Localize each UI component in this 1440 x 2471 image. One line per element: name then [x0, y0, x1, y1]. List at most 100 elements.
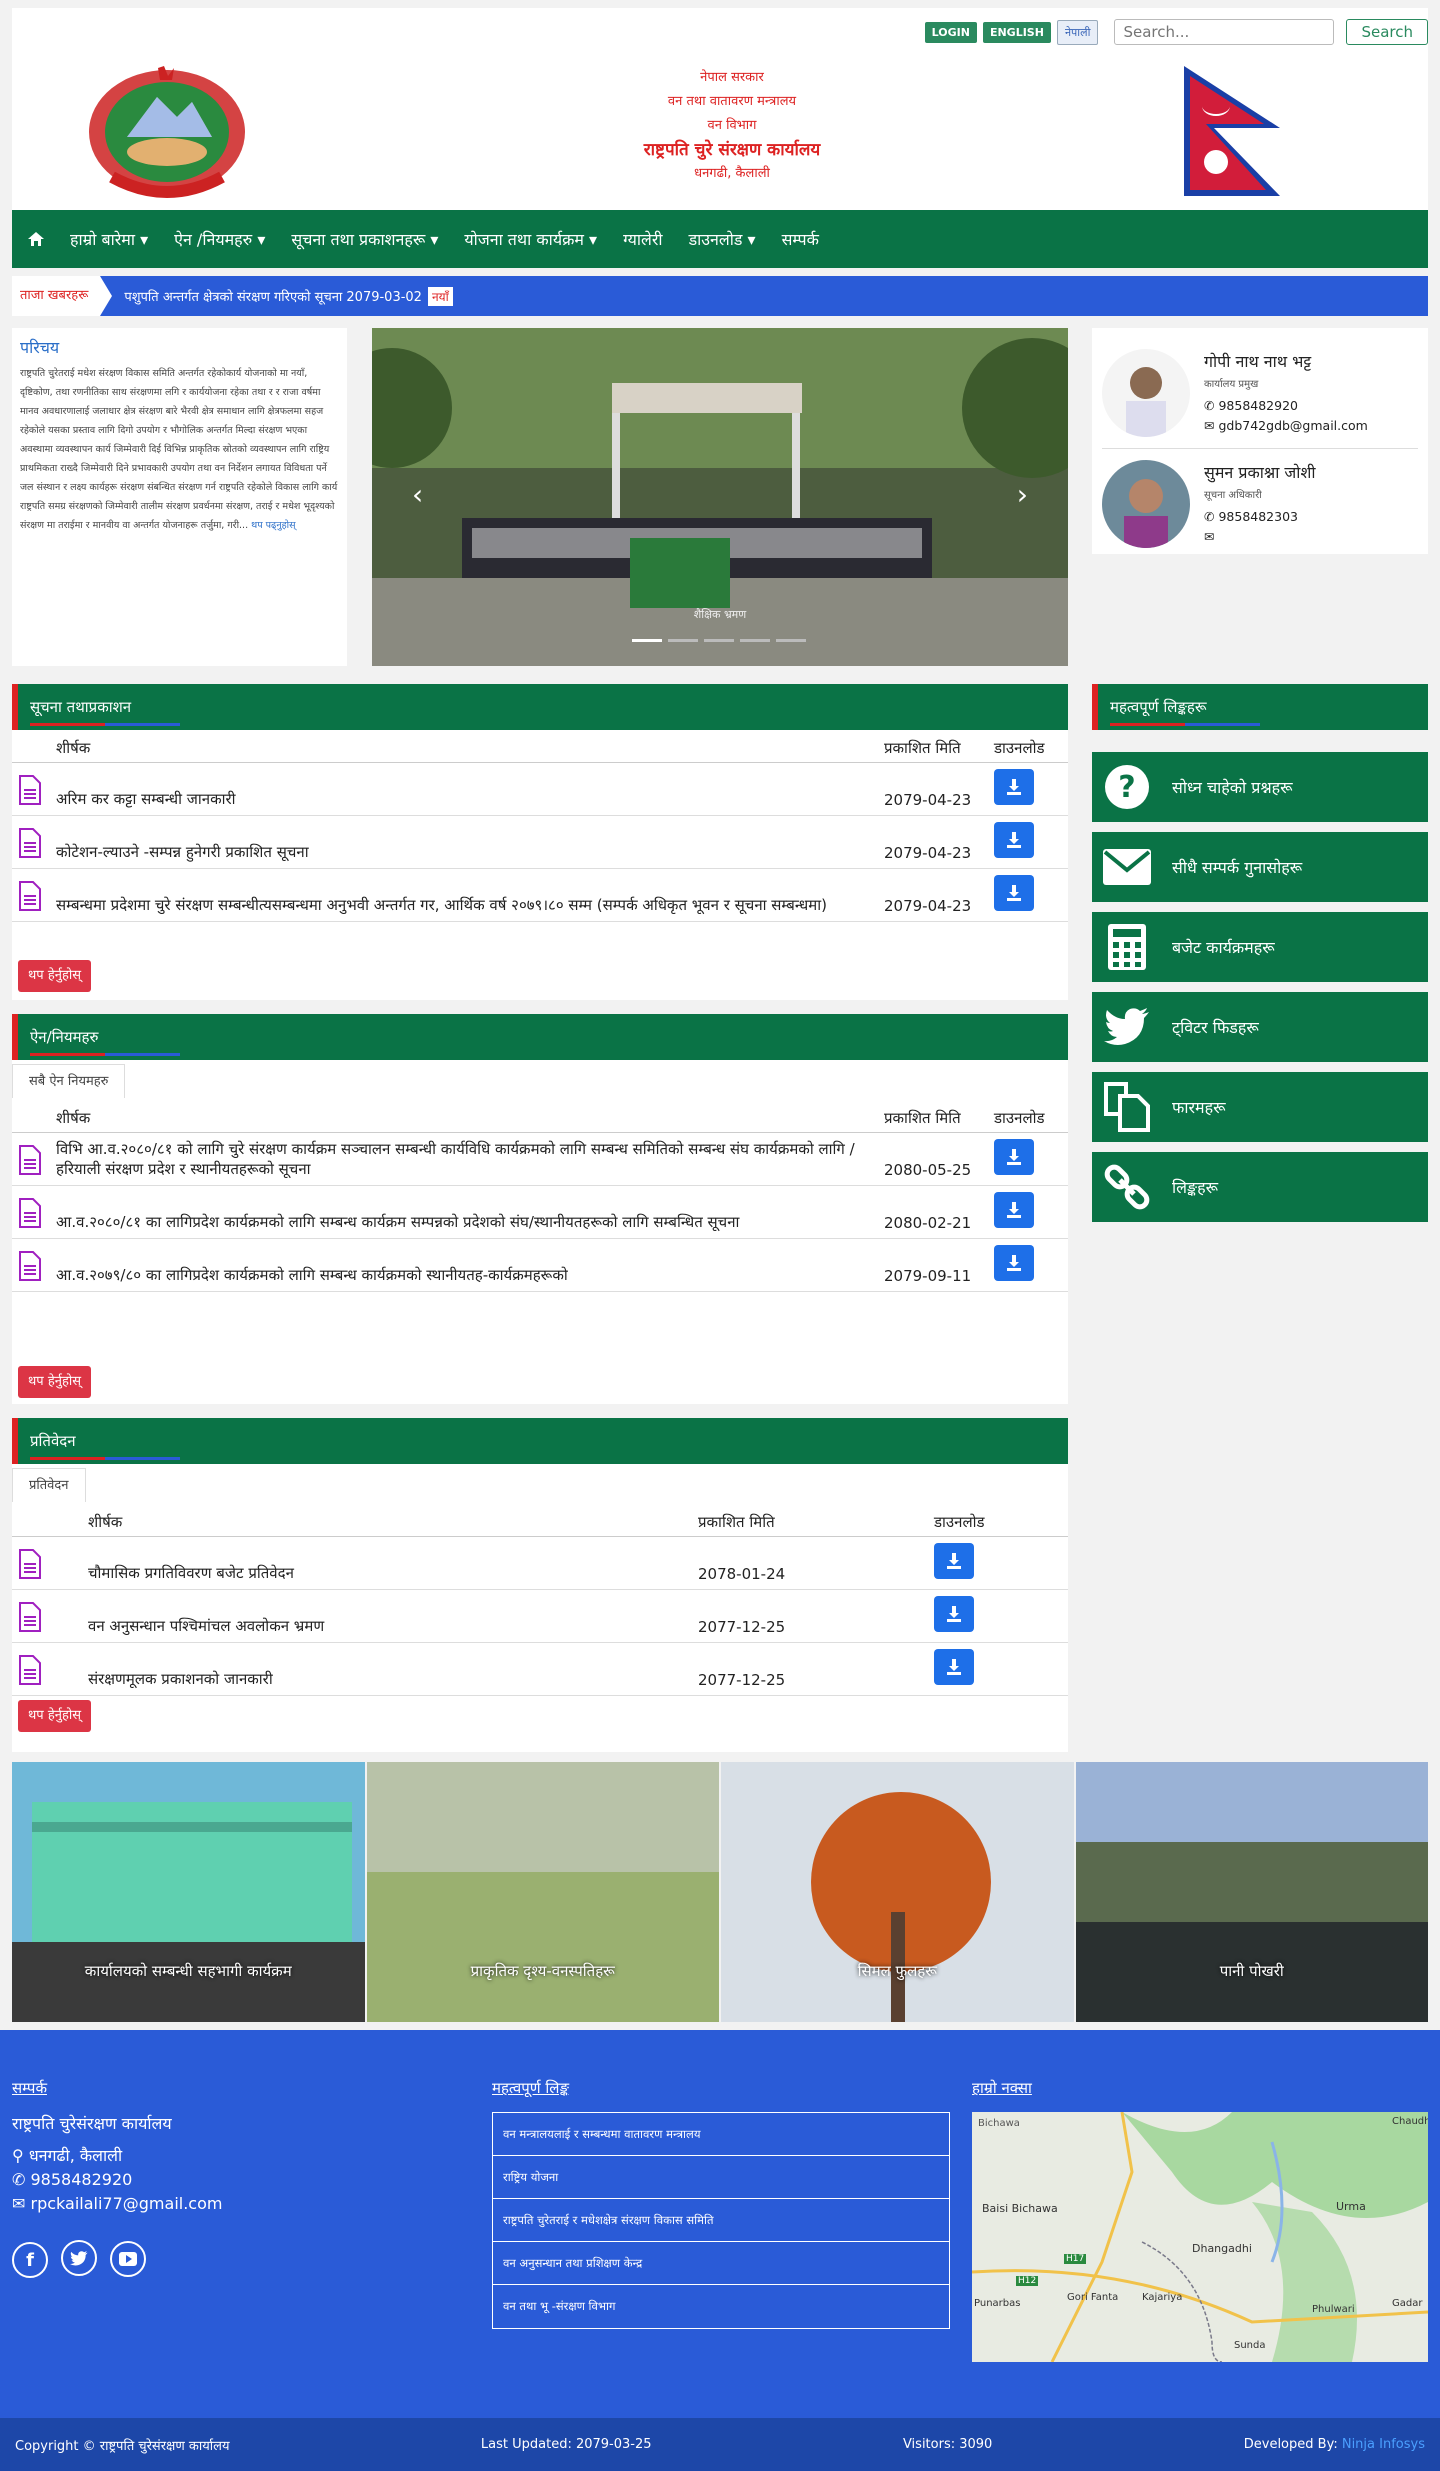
col-download: डाउनलोड	[988, 734, 1068, 763]
download-button[interactable]	[934, 1596, 974, 1632]
phone-icon: ✆	[12, 2170, 26, 2189]
staff-designation: कार्यालय प्रमुख	[1204, 379, 1259, 390]
staff-member: सुमन प्रकाश्ना जोशी सूचना अधिकारी ✆ 9858…	[1102, 448, 1418, 558]
footer-phone: 9858482920	[30, 2170, 133, 2189]
gallery-item[interactable]: प्राकृतिक दृश्य-वनस्पतिहरू	[366, 1762, 719, 2022]
slider-next-icon[interactable]: ›	[1017, 478, 1028, 511]
download-button[interactable]	[994, 822, 1034, 858]
nav-item-gallery[interactable]: ग्यालेरी	[623, 228, 662, 250]
table-row: चौमासिक प्रगतिविवरण बजेट प्रतिवेदन 2078-0…	[12, 1536, 1068, 1590]
staff-name: सुमन प्रकाश्ना जोशी	[1204, 462, 1316, 482]
documents-icon	[1104, 1082, 1150, 1132]
footer-link[interactable]: वन तथा भू -संरक्षण विभाग	[493, 2285, 949, 2328]
search-button[interactable]: Search	[1346, 19, 1428, 45]
envelope-icon: ✉	[1204, 418, 1215, 433]
row-title[interactable]: आ.व.२०८०/८१ का लागिप्रदेश कार्यक्रमको ला…	[50, 1185, 878, 1239]
slider-prev-icon[interactable]: ‹	[412, 478, 423, 511]
department-label: वन विभाग	[707, 118, 757, 133]
gallery-item[interactable]: कार्यालयको सम्बन्धी सहभागी कार्यक्रम	[12, 1762, 365, 2022]
sidebar-item-twitter[interactable]: ट्विटर फिडहरू	[1092, 992, 1428, 1062]
indicator-dot[interactable]	[632, 639, 662, 642]
row-title[interactable]: विभि आ.व.२०८०/८१ को लागि चुरे संरक्षण का…	[50, 1132, 878, 1186]
download-button[interactable]	[994, 875, 1034, 911]
acts-more-button[interactable]: थप हेर्नुहोस्	[18, 1366, 91, 1398]
read-more-link[interactable]: थप पढ्नुहोस्	[251, 520, 295, 531]
footer-office-name: राष्ट्रपति चुरेसंरक्षण कार्यालय	[12, 2114, 172, 2133]
indicator-dot[interactable]	[704, 639, 734, 642]
row-title[interactable]: चौमासिक प्रगतिविवरण बजेट प्रतिवेदन	[82, 1536, 692, 1590]
row-title[interactable]: सम्बन्धमा प्रदेशमा चुरे संरक्षण सम्बन्धी…	[50, 868, 878, 922]
map-label: Chaudh	[1392, 2116, 1428, 2127]
notices-more-button[interactable]: थप हेर्नुहोस्	[18, 960, 91, 992]
row-title[interactable]: आ.व.२०७९/८० का लागिप्रदेश कार्यक्रमको ला…	[50, 1238, 878, 1292]
download-button[interactable]	[934, 1543, 974, 1579]
download-button[interactable]	[994, 1139, 1034, 1175]
document-icon	[18, 1655, 42, 1689]
map-label: H17	[1064, 2254, 1087, 2264]
question-circle-icon: ?	[1105, 765, 1149, 809]
row-title[interactable]: कोटेशन-ल्याउने -सम्पन्न हुनेगरी प्रकाशित…	[50, 815, 878, 869]
developer-link[interactable]: Ninja Infosys	[1342, 2437, 1425, 2452]
sidebar-item-contact[interactable]: सीधै सम्पर्क गुनासोहरू	[1092, 832, 1428, 902]
download-button[interactable]	[994, 769, 1034, 805]
map-label: Bichawa	[978, 2118, 1020, 2129]
nav-label: योजना तथा कार्यक्रम	[464, 230, 584, 249]
download-button[interactable]	[994, 1192, 1034, 1228]
footer-email[interactable]: rpckailali77@gmail.com	[31, 2194, 223, 2213]
search-input[interactable]	[1114, 19, 1335, 45]
row-title[interactable]: वन अनुसन्धान पश्चिमांचल अवलोकन भ्रमण	[82, 1589, 692, 1643]
footer-link[interactable]: राष्ट्रपति चुरेतराई र मधेशक्षेत्र संरक्ष…	[493, 2199, 949, 2242]
reports-more-button[interactable]: थप हेर्नुहोस्	[18, 1700, 91, 1732]
envelope-icon: ✉	[12, 2194, 26, 2213]
tab-reports[interactable]: प्रतिवेदन	[12, 1468, 86, 1502]
table-row: संरक्षणमूलक प्रकाशनको जानकारी 2077-12-25	[12, 1642, 1068, 1696]
english-button[interactable]: ENGLISH	[982, 21, 1051, 43]
login-button[interactable]: LOGIN	[924, 21, 977, 43]
nav-item-contact[interactable]: सम्पर्क	[782, 228, 819, 250]
nav-item-about[interactable]: हाम्रो बारेमा ▾	[70, 228, 148, 250]
avatar	[1102, 349, 1190, 437]
sidebar-item-forms[interactable]: फारमहरू	[1092, 1072, 1428, 1142]
nepali-button[interactable]: नेपाली	[1056, 19, 1099, 45]
map-marker-icon: ⚲	[12, 2146, 24, 2165]
col-title: शीर्षक	[50, 1104, 878, 1133]
gallery-item[interactable]: पानी पोखरी	[1075, 1762, 1428, 2022]
indicator-dot[interactable]	[776, 639, 806, 642]
footer-link[interactable]: वन मन्त्रालयलाई र सम्बन्धमा वातावरण मन्त…	[493, 2113, 949, 2156]
download-button[interactable]	[934, 1649, 974, 1685]
indicator-dot[interactable]	[668, 639, 698, 642]
row-date: 2079-04-23	[878, 868, 988, 922]
ticker-link[interactable]: पशुपति अन्तर्गत क्षेत्रको संरक्षण गरिएको…	[124, 287, 422, 305]
nav-item-download[interactable]: डाउनलोड ▾	[689, 228, 756, 250]
row-title[interactable]: संरक्षणमूलक प्रकाशनको जानकारी	[82, 1642, 692, 1696]
photo-slider[interactable]: ‹ › शैक्षिक भ्रमण	[372, 328, 1068, 666]
sidebar-item-budget[interactable]: बजेट कार्यक्रमहरू	[1092, 912, 1428, 982]
footer-link[interactable]: राष्ट्रिय योजना	[493, 2156, 949, 2199]
staff-phone: 9858482920	[1218, 398, 1298, 413]
nav-item-programs[interactable]: योजना तथा कार्यक्रम ▾	[464, 228, 597, 250]
map-label: Punarbas	[974, 2298, 1021, 2309]
row-title[interactable]: अरिम कर कट्टा सम्बन्धी जानकारी	[50, 762, 878, 816]
table-row: कोटेशन-ल्याउने -सम्पन्न हुनेगरी प्रकाशित…	[12, 815, 1068, 869]
youtube-icon[interactable]	[110, 2240, 147, 2277]
document-icon	[18, 1549, 42, 1583]
tab-all-acts[interactable]: सबै ऐन नियमहरु	[12, 1064, 126, 1098]
nav-item-acts[interactable]: ऐन /नियमहरु ▾	[174, 228, 265, 250]
map-embed[interactable]: Bichawa Baisi Bichawa Dhangadhi Urma Gor…	[972, 2112, 1428, 2362]
visitor-count: Visitors: 3090	[902, 2437, 993, 2452]
home-icon[interactable]	[28, 232, 44, 246]
twitter-icon[interactable]	[61, 2240, 98, 2276]
staff-email[interactable]: gdb742gdb@gmail.com	[1218, 418, 1367, 433]
download-button[interactable]	[994, 1245, 1034, 1281]
gallery-item[interactable]: सिमल फुलहरू	[721, 1762, 1074, 2022]
nepal-emblem-icon[interactable]	[82, 62, 252, 204]
table-row: अरिम कर कट्टा सम्बन्धी जानकारी 2079-04-23	[12, 762, 1068, 816]
facebook-icon[interactable]: f	[12, 2242, 48, 2278]
indicator-dot[interactable]	[740, 639, 770, 642]
sidebar-item-faq[interactable]: ? सोध्न चाहेको प्रश्नहरू	[1092, 752, 1428, 822]
envelope-icon: ✉	[1204, 528, 1215, 544]
footer-link[interactable]: वन अनुसन्धान तथा प्रशिक्षण केन्द्र	[493, 2242, 949, 2285]
nav-item-notices[interactable]: सूचना तथा प्रकाशनहरू ▾	[291, 228, 438, 250]
sidebar-item-links[interactable]: लिङ्कहरू	[1092, 1152, 1428, 1222]
document-icon	[18, 828, 42, 862]
